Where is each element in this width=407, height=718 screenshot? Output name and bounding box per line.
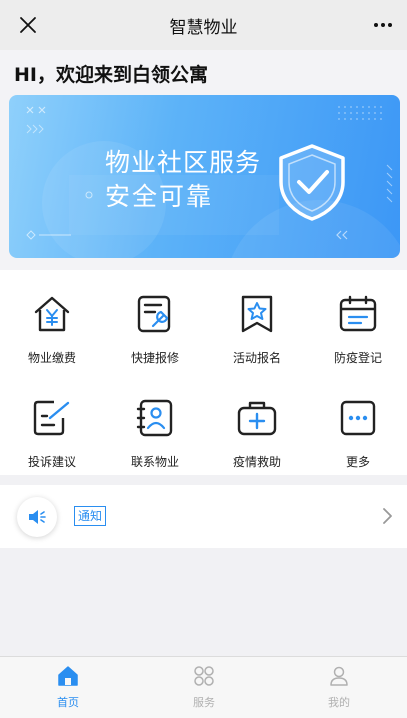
contacts-book-icon xyxy=(136,399,173,437)
wrench-doc-icon xyxy=(137,295,171,333)
house-yen-icon xyxy=(34,296,70,332)
star-bookmark-icon xyxy=(241,295,273,333)
service-grid: 物业缴费 快捷报修 活动报名 防疫登记 投诉建议 联系物业 疫情救助 更多 xyxy=(0,270,407,475)
service-property-fee[interactable]: 物业缴费 xyxy=(2,276,102,376)
tab-label: 我的 xyxy=(328,696,350,709)
service-label: 疫情救助 xyxy=(232,455,281,469)
tab-services[interactable]: 服务 xyxy=(136,657,272,718)
service-epidemic-register[interactable]: 防疫登记 xyxy=(308,276,407,376)
shield-check-icon xyxy=(279,144,345,221)
service-label: 物业缴费 xyxy=(27,351,76,365)
service-banner[interactable]: 物业社区服务 安全可靠 xyxy=(9,95,400,258)
top-nav-bar: 智慧物业 xyxy=(0,0,407,50)
tab-mine[interactable]: 我的 xyxy=(271,657,407,718)
bottom-tab-bar: 首页 服务 我的 xyxy=(0,656,407,718)
tab-label: 首页 xyxy=(57,696,79,709)
tab-home[interactable]: 首页 xyxy=(0,657,136,718)
greeting-text: HI，欢迎来到白领公寓 xyxy=(14,64,208,86)
service-label: 活动报名 xyxy=(232,351,281,365)
more-menu-icon[interactable] xyxy=(371,13,395,37)
close-icon[interactable] xyxy=(16,13,40,37)
chevron-right-icon xyxy=(383,508,392,524)
more-dots-icon xyxy=(340,400,376,436)
service-quick-repair[interactable]: 快捷报修 xyxy=(105,276,205,376)
service-label: 防疫登记 xyxy=(333,351,382,365)
welcome-section: HI，欢迎来到白领公寓 物业社区服务 安全可靠 xyxy=(0,50,407,270)
service-complaint[interactable]: 投诉建议 xyxy=(2,380,102,480)
home-icon xyxy=(58,666,78,686)
service-event-signup[interactable]: 活动报名 xyxy=(207,276,307,376)
medical-kit-icon xyxy=(237,401,277,436)
speaker-button xyxy=(17,497,57,537)
calendar-icon xyxy=(339,295,377,332)
service-more[interactable]: 更多 xyxy=(308,380,407,480)
service-epidemic-aid[interactable]: 疫情救助 xyxy=(207,380,307,480)
notice-bar[interactable]: 通知 xyxy=(0,485,407,548)
service-label: 快捷报修 xyxy=(130,351,179,365)
notice-tag: 通知 xyxy=(74,506,107,526)
banner-title: 物业社区服务 xyxy=(105,148,262,177)
service-label: 更多 xyxy=(345,455,370,469)
person-icon xyxy=(330,666,348,686)
service-contact-property[interactable]: 联系物业 xyxy=(105,380,205,480)
banner-subtitle: 安全可靠 xyxy=(105,182,214,211)
service-label: 投诉建议 xyxy=(27,455,76,469)
speaker-icon xyxy=(29,510,46,524)
pencil-note-icon xyxy=(33,400,70,436)
tab-label: 服务 xyxy=(193,696,215,709)
page-title: 智慧物业 xyxy=(169,17,238,38)
grid-clover-icon xyxy=(194,666,214,686)
service-label: 联系物业 xyxy=(130,455,179,469)
